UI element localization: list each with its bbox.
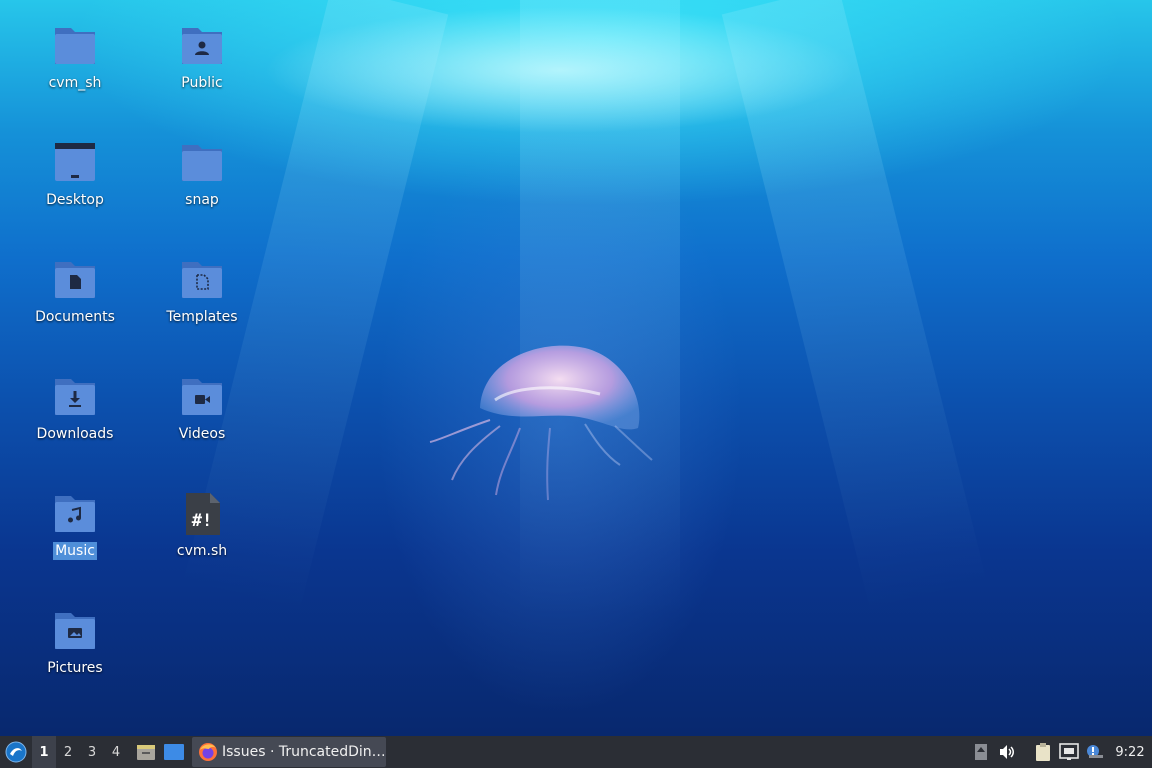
volume-icon (1000, 745, 1014, 759)
desktop-icon-label: Pictures (47, 660, 103, 676)
desktop-icon-label: Videos (178, 426, 226, 442)
file-manager-icon (137, 745, 155, 760)
desktop-icon-public-folder[interactable]: Public (147, 24, 257, 92)
folder-icon (55, 28, 95, 64)
desktop-icon-label: cvm_sh (48, 75, 102, 91)
folder-icon (182, 145, 222, 181)
desktop-icon-label: Downloads (36, 426, 114, 442)
jellyfish-wallpaper-image (429, 345, 653, 501)
desktop-icon-label: cvm.sh (176, 543, 228, 559)
desktop-icon-cvm-sh-folder[interactable]: cvm_sh (20, 24, 130, 92)
file-manager-launcher[interactable] (132, 736, 160, 768)
show-desktop-button[interactable] (160, 736, 188, 768)
desktop-icon-label: Documents (35, 309, 115, 325)
desktop-icon-pictures-folder[interactable]: Pictures (20, 609, 130, 677)
desktop-folder-icon (55, 143, 95, 181)
desktop-icon-label: Templates (166, 309, 238, 325)
taskbar: 1 2 3 4 Issues · TruncatedDin… 9:22 (0, 736, 1152, 768)
clipboard-icon (1036, 743, 1050, 761)
light-ray (721, 0, 989, 617)
svg-text:#!: #! (192, 511, 212, 531)
desktop-icon-cvm-sh-script[interactable]: #! cvm.sh (147, 492, 257, 560)
desktop-icon-label: Public (181, 75, 223, 91)
desktop[interactable]: cvm_sh Public Desktop snap Documents Tem… (0, 0, 1152, 736)
updates-tray-button[interactable] (968, 736, 994, 768)
desktop-icon-label: Music (53, 542, 97, 560)
desktop-icon-snap-folder[interactable]: snap (147, 141, 257, 209)
desktop-icon-templates-folder[interactable]: Templates (147, 258, 257, 326)
taskbar-task-firefox[interactable]: Issues · TruncatedDin… (192, 737, 386, 767)
templates-folder-icon (182, 262, 222, 298)
clipboard-tray-button[interactable] (1030, 736, 1056, 768)
workspace-1-button[interactable]: 1 (32, 736, 56, 768)
show-desktop-icon (164, 744, 184, 760)
desktop-icon-downloads-folder[interactable]: Downloads (20, 375, 130, 443)
videos-folder-icon (182, 379, 222, 415)
desktop-icon-desktop-folder[interactable]: Desktop (20, 141, 130, 209)
workspace-3-button[interactable]: 3 (80, 736, 104, 768)
updates-icon (975, 744, 987, 760)
notification-icon (1087, 745, 1103, 758)
public-folder-icon (182, 28, 222, 64)
network-tray-button[interactable] (1056, 736, 1082, 768)
workspace-4-button[interactable]: 4 (104, 736, 128, 768)
music-folder-icon (55, 496, 95, 532)
desktop-icon-label: snap (185, 192, 219, 208)
firefox-icon (199, 743, 217, 761)
taskbar-task-label: Issues · TruncatedDin… (222, 744, 386, 760)
system-tray: 9:22 (968, 736, 1152, 768)
documents-folder-icon (55, 262, 95, 298)
shell-script-icon: #! (186, 493, 220, 535)
desktop-icon-videos-folder[interactable]: Videos (147, 375, 257, 443)
lubuntu-logo-icon (5, 741, 27, 763)
downloads-folder-icon (55, 379, 95, 415)
pictures-folder-icon (55, 613, 95, 649)
desktop-icon-label: Desktop (46, 192, 104, 208)
desktop-icon-music-folder[interactable]: Music (20, 492, 130, 560)
workspace-2-button[interactable]: 2 (56, 736, 80, 768)
start-menu-button[interactable] (0, 736, 32, 768)
clock[interactable]: 9:22 (1108, 736, 1152, 768)
desktop-icon-documents-folder[interactable]: Documents (20, 258, 130, 326)
volume-tray-button[interactable] (994, 736, 1020, 768)
network-icon (1059, 743, 1079, 760)
notification-tray-button[interactable] (1082, 736, 1108, 768)
